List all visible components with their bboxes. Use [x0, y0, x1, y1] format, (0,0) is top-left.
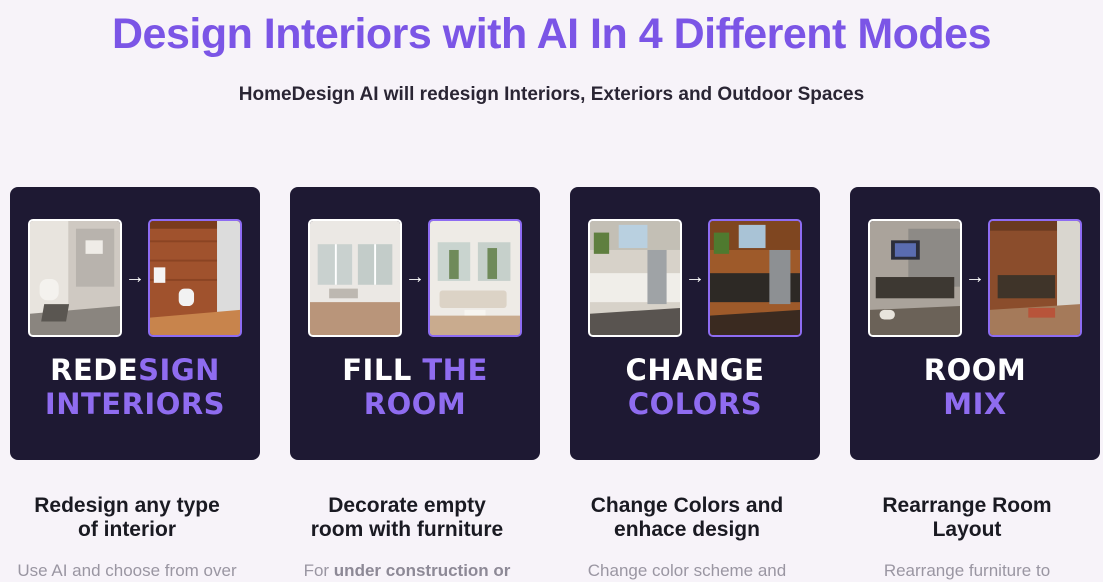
card-title: CHANGE COLORS [625, 353, 765, 421]
page-subtitle: HomeDesign AI will redesign Interiors, E… [238, 84, 865, 105]
feature-title-fill-room: Decorate empty room with furniture [310, 494, 504, 541]
arrow-right-icon: → [405, 266, 425, 288]
mode-card-room-mix[interactable]: → ROOM MIX [850, 187, 1100, 460]
arrow-right-icon: → [125, 266, 145, 288]
mode-card-redesign-interiors[interactable]: → REDESIGN INTERIORS [10, 187, 260, 460]
feature-title-room-mix: Rearrange Room Layout [882, 494, 1052, 541]
card-title: REDESIGN INTERIORS [44, 353, 226, 421]
feature-desc-room-mix: Rearrange furniture to [883, 561, 1051, 580]
arrow-right-icon: → [965, 266, 985, 288]
mode-card-fill-the-room[interactable]: → FILL THE ROOM [290, 187, 540, 460]
page-title: Design Interiors with AI In 4 Different … [111, 10, 992, 58]
feature-title-redesign: Redesign any type of interior [34, 494, 220, 541]
feature-desc-change-colors: Change color scheme and [587, 561, 787, 580]
after-photo-kitchen [708, 219, 802, 337]
before-photo-living-room [868, 219, 962, 337]
card-title: FILL THE ROOM [342, 353, 488, 421]
mode-card-change-colors[interactable]: → CHANGE COLORS [570, 187, 820, 460]
arrow-right-icon: → [685, 266, 705, 288]
feature-desc-redesign: Use AI and choose from over [17, 561, 237, 580]
after-photo-furnished-room [428, 219, 522, 337]
feature-title-change-colors: Change Colors and enhace design [590, 494, 784, 541]
before-photo-empty-room [308, 219, 402, 337]
before-photo-kitchen [588, 219, 682, 337]
feature-desc-fill-room: For under construction or [303, 561, 511, 580]
card-title: ROOM MIX [923, 353, 1027, 421]
after-photo-bathroom [148, 219, 242, 337]
after-photo-living-room [988, 219, 1082, 337]
before-photo-bathroom [28, 219, 122, 337]
